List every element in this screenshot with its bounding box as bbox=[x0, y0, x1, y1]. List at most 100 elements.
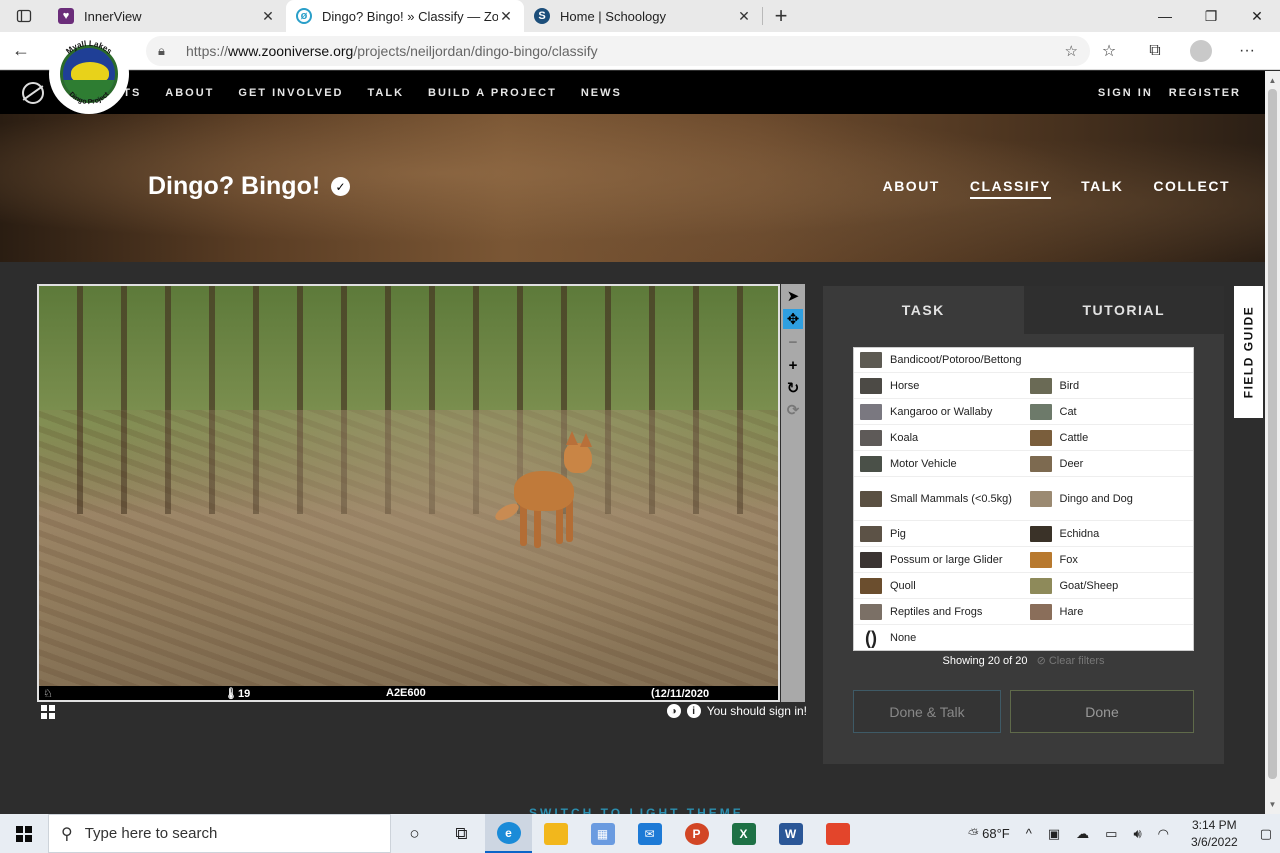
nav-news[interactable]: NEWS bbox=[581, 87, 622, 99]
reset-icon[interactable]: ⟳ bbox=[783, 400, 803, 420]
onedrive-icon[interactable]: ☁︎ bbox=[1076, 826, 1089, 842]
file-explorer-icon[interactable] bbox=[532, 814, 579, 853]
weather-icon[interactable]: ⛅︎ 68°F bbox=[968, 826, 1010, 842]
scroll-down-icon[interactable]: ▼ bbox=[1265, 797, 1280, 812]
choice-dingo-and-dog[interactable]: Dingo and Dog bbox=[1023, 477, 1193, 521]
url-text: https://www.zooniverse.org/projects/neil… bbox=[186, 43, 598, 59]
tab-innerview[interactable]: ♥ InnerView ✕ bbox=[48, 0, 286, 32]
choice-thumbnail bbox=[860, 603, 882, 620]
project-avatar[interactable]: Myall Lakes Dingo Project bbox=[49, 34, 129, 114]
choice-motor-vehicle[interactable]: Motor Vehicle bbox=[854, 451, 1024, 477]
close-tab-icon[interactable]: ✕ bbox=[260, 8, 276, 25]
project-nav-about[interactable]: ABOUT bbox=[883, 178, 940, 199]
choice-pig[interactable]: Pig bbox=[854, 521, 1024, 547]
choice-koala[interactable]: Koala bbox=[854, 425, 1024, 451]
info-icon[interactable]: i bbox=[686, 704, 701, 718]
choice-cattle[interactable]: Cattle bbox=[1023, 425, 1193, 451]
pan-icon[interactable]: ✥ bbox=[783, 309, 803, 329]
project-nav-talk[interactable]: TALK bbox=[1081, 178, 1123, 199]
choice-possum[interactable]: Possum or large Glider bbox=[854, 547, 1024, 573]
start-button[interactable] bbox=[0, 814, 48, 853]
profile-avatar[interactable] bbox=[1190, 40, 1212, 62]
notifications-icon[interactable]: ▢ bbox=[1260, 826, 1272, 842]
choice-cat[interactable]: Cat bbox=[1023, 399, 1193, 425]
tab-actions-icon[interactable] bbox=[0, 0, 48, 32]
sign-in-link[interactable]: SIGN IN bbox=[1098, 87, 1153, 99]
edge-app-icon[interactable]: e bbox=[485, 814, 532, 853]
zoom-out-icon[interactable]: − bbox=[783, 332, 803, 352]
project-nav-collect[interactable]: COLLECT bbox=[1153, 178, 1230, 199]
meet-now-icon[interactable]: ▣ bbox=[1048, 826, 1060, 842]
choice-echidna[interactable]: Echidna bbox=[1023, 521, 1193, 547]
wifi-icon[interactable]: ◠ bbox=[1158, 826, 1169, 842]
battery-icon[interactable]: ▭ bbox=[1105, 826, 1117, 842]
collections-icon[interactable]: ⧉ bbox=[1132, 42, 1178, 60]
url-field[interactable]: 🔒︎ https://www.zooniverse.org/projects/n… bbox=[146, 36, 1090, 66]
tab-schoology[interactable]: S Home | Schoology ✕ bbox=[524, 0, 762, 32]
close-window-icon[interactable]: ✕ bbox=[1234, 0, 1280, 32]
address-bar-row: ← → ↻ 🔒︎ https://www.zooniverse.org/proj… bbox=[0, 32, 1280, 70]
choice-quoll[interactable]: Quoll bbox=[854, 573, 1024, 599]
add-favorite-icon[interactable]: ☆ bbox=[1065, 42, 1078, 60]
register-link[interactable]: REGISTER bbox=[1169, 87, 1241, 99]
project-title[interactable]: Dingo? Bingo! bbox=[148, 172, 320, 201]
tab-task[interactable]: TASK bbox=[823, 286, 1024, 334]
new-tab-icon[interactable]: + bbox=[763, 0, 799, 32]
restore-icon[interactable]: ❐ bbox=[1188, 0, 1234, 32]
project-nav: ABOUT CLASSIFY TALK COLLECT bbox=[853, 178, 1230, 199]
choice-bird[interactable]: Bird bbox=[1023, 373, 1193, 399]
clear-filters-link[interactable]: ⊘ Clear filters bbox=[1037, 655, 1105, 667]
done-button[interactable]: Done bbox=[1010, 690, 1194, 733]
word-icon[interactable]: W bbox=[767, 814, 814, 853]
field-guide-tab[interactable]: FIELD GUIDE bbox=[1234, 286, 1263, 418]
rotate-icon[interactable]: ↻ bbox=[783, 378, 803, 398]
pointer-icon[interactable]: ➤ bbox=[783, 286, 803, 306]
choice-thumbnail bbox=[860, 403, 882, 420]
close-tab-icon[interactable]: ✕ bbox=[736, 8, 752, 25]
nav-about[interactable]: ABOUT bbox=[165, 87, 214, 99]
store-icon[interactable]: ▦ bbox=[579, 814, 626, 853]
project-nav-classify[interactable]: CLASSIFY bbox=[969, 178, 1052, 199]
clock[interactable]: 3:14 PM 3/6/2022 bbox=[1191, 817, 1238, 851]
taskbar-search[interactable]: ⚲ Type here to search bbox=[48, 814, 391, 853]
choice-kangaroo[interactable]: Kangaroo or Wallaby bbox=[854, 399, 1024, 425]
minimize-icon[interactable]: — bbox=[1142, 0, 1188, 32]
zoom-in-icon[interactable]: + bbox=[783, 355, 803, 375]
done-and-talk-button[interactable]: Done & Talk bbox=[853, 690, 1001, 733]
close-tab-icon[interactable]: ✕ bbox=[498, 8, 514, 25]
choice-fox[interactable]: Fox bbox=[1023, 547, 1193, 573]
choice-thumbnail bbox=[860, 551, 882, 568]
scrollbar-thumb[interactable] bbox=[1268, 89, 1277, 779]
choice-deer[interactable]: Deer bbox=[1023, 451, 1193, 477]
choice-bandicoot[interactable]: Bandicoot/Potoroo/Bettong bbox=[854, 348, 1193, 373]
favorites-icon[interactable]: ☆ bbox=[1086, 41, 1132, 61]
zooniverse-logo-icon[interactable] bbox=[22, 81, 44, 104]
metadata-grid-icon[interactable] bbox=[41, 705, 55, 719]
page-scrollbar[interactable]: ▲ ▼ bbox=[1265, 71, 1280, 814]
more-menu-icon[interactable]: ··· bbox=[1224, 42, 1270, 60]
nav-talk[interactable]: TALK bbox=[368, 87, 405, 99]
scroll-up-icon[interactable]: ▲ bbox=[1265, 73, 1280, 88]
volume-icon[interactable]: 🔊︎ bbox=[1133, 826, 1141, 842]
back-icon[interactable]: ← bbox=[0, 32, 42, 70]
mail-icon[interactable]: ✉ bbox=[626, 814, 673, 853]
excel-icon[interactable]: X bbox=[720, 814, 767, 853]
invert-icon[interactable]: ◑ bbox=[666, 704, 681, 718]
tab-zooniverse[interactable]: ø Dingo? Bingo! » Classify — Zooniverse … bbox=[286, 0, 524, 32]
task-view-icon[interactable]: ⧉ bbox=[438, 814, 485, 853]
choice-horse[interactable]: Horse bbox=[854, 373, 1024, 399]
choice-goat-sheep[interactable]: Goat/Sheep bbox=[1023, 573, 1193, 599]
cortana-icon[interactable]: ○ bbox=[391, 814, 438, 853]
choice-none[interactable]: () None bbox=[854, 625, 1193, 651]
nav-build-a-project[interactable]: BUILD A PROJECT bbox=[428, 87, 557, 99]
subject-image-viewer[interactable]: ♘ 🌡︎ 19 C A2E600 ( 12/11/2020 06:47AM bbox=[37, 284, 780, 702]
choice-small-mammals[interactable]: Small Mammals (<0.5kg) bbox=[854, 477, 1024, 521]
office-icon[interactable] bbox=[814, 814, 861, 853]
nav-get-involved[interactable]: GET INVOLVED bbox=[238, 87, 343, 99]
powerpoint-icon[interactable]: P bbox=[673, 814, 720, 853]
tab-tutorial[interactable]: TUTORIAL bbox=[1023, 286, 1224, 334]
choice-reptiles-frogs[interactable]: Reptiles and Frogs bbox=[854, 599, 1024, 625]
choice-thumbnail bbox=[1029, 403, 1052, 420]
show-hidden-icons[interactable]: ^ bbox=[1026, 826, 1032, 841]
choice-hare[interactable]: Hare bbox=[1023, 599, 1193, 625]
